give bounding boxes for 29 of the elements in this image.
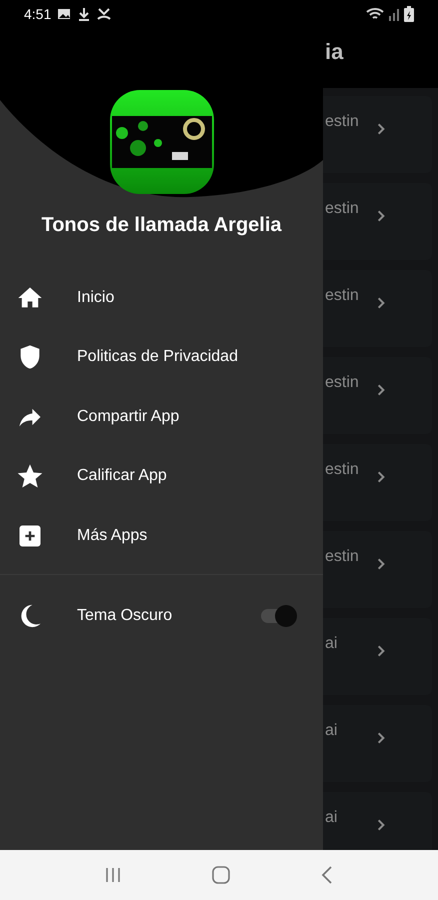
wifi-icon [366,7,384,21]
app-title: Tonos de llamada Argelia [41,213,282,238]
image-icon [57,7,72,21]
card-title: estin [325,547,359,567]
card-title: estin [325,199,359,219]
battery-icon [404,6,414,22]
dark-theme-switch[interactable] [259,605,297,627]
missed-call-icon [97,7,112,21]
app-bar-title: ia [325,38,344,66]
card-title: ai [325,634,338,654]
star-icon [16,462,44,490]
drawer-item[interactable]: Calificar App [0,446,323,506]
card-title: estin [325,373,359,393]
drawer-item[interactable]: Inicio [0,268,323,328]
recent-apps-icon[interactable] [104,866,122,884]
drawer-item[interactable]: Politicas de Privacidad [0,328,323,387]
drawer-item[interactable]: Más Apps [0,506,323,566]
download-icon [77,7,92,21]
card-title: estin [325,286,359,306]
signal-icon [388,7,400,21]
card-title: ai [325,721,338,741]
card-title: estin [325,460,359,480]
card-title: ai [325,808,338,828]
drawer-item[interactable]: Compartir App [0,387,323,446]
home-button-icon[interactable] [210,865,231,885]
setting-label: Tema Oscuro [77,606,174,626]
back-icon[interactable] [320,865,334,885]
card-title: estin [325,112,359,132]
status-time: 4:51 [24,4,52,24]
